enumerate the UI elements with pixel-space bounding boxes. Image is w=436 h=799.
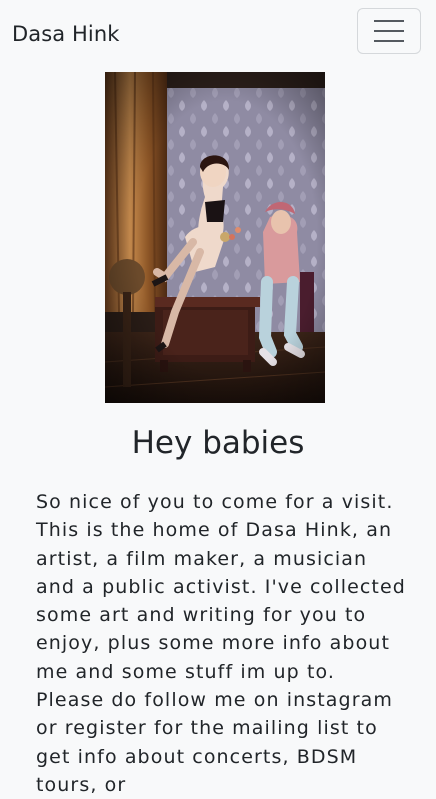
- page-title: Hey babies: [131, 425, 305, 461]
- hamburger-menu-icon: [358, 18, 420, 44]
- navbar-brand[interactable]: Dasa Hink: [12, 20, 120, 48]
- hero-photo: [105, 72, 325, 403]
- navbar-toggle-button[interactable]: [357, 8, 421, 54]
- navbar: Dasa Hink: [0, 0, 436, 68]
- intro-paragraph: So nice of you to come for a visit. This…: [36, 491, 406, 796]
